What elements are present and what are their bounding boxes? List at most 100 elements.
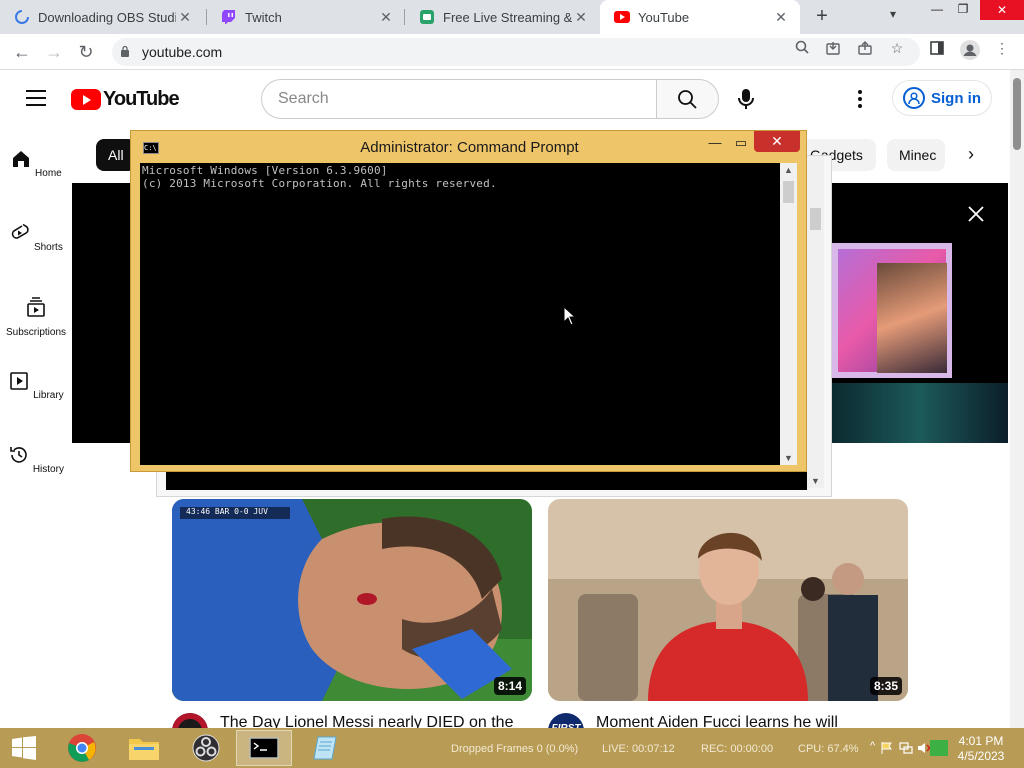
obs-rec-time: REC: 00:00:00	[701, 743, 774, 755]
video-thumbnail[interactable]: 43:46 BAR 0-0 JUV 8:14	[172, 499, 532, 701]
bookmark-star-icon[interactable]: ☆	[888, 40, 906, 58]
hamburger-menu-icon[interactable]	[26, 90, 46, 106]
tray-overflow-chevron-icon[interactable]: ^	[870, 740, 875, 752]
forward-arrow-icon[interactable]: →	[43, 41, 65, 63]
taskbar-chrome[interactable]	[54, 730, 110, 766]
obs-download-favicon-icon	[14, 9, 30, 25]
youtube-logo[interactable]: YouTube	[71, 88, 180, 111]
install-app-icon[interactable]	[824, 40, 842, 58]
taskbar-notepad[interactable]	[298, 730, 354, 766]
scrollbar-thumb[interactable]	[810, 208, 821, 230]
microphone-icon[interactable]	[736, 88, 756, 110]
console-line: (c) 2013 Microsoft Corporation. All righ…	[142, 177, 497, 190]
system-clock[interactable]: 4:01 PM 4/5/2023	[955, 734, 1007, 764]
page-scrollbar[interactable]	[1010, 70, 1024, 728]
search-button[interactable]	[656, 79, 719, 119]
search-box[interactable]	[261, 79, 656, 119]
action-center-flag-icon[interactable]	[880, 741, 894, 755]
streaming-favicon-icon	[419, 9, 435, 25]
video-thumbnail[interactable]: 8:35	[548, 499, 908, 701]
start-button[interactable]	[0, 730, 48, 766]
scrollbar-thumb[interactable]	[1013, 78, 1021, 150]
chip-minecraft[interactable]: Minec	[887, 139, 945, 171]
reload-icon[interactable]: ↻	[75, 41, 97, 63]
scroll-up-arrow-icon[interactable]: ▲	[780, 165, 797, 175]
close-icon[interactable]	[966, 204, 986, 224]
shorts-icon	[11, 223, 29, 239]
guide-item-label: Subscriptions	[5, 327, 67, 338]
guide-item-history[interactable]: History	[0, 444, 72, 475]
taskbar-file-explorer[interactable]	[116, 730, 172, 766]
tab-free-live-streaming[interactable]: Free Live Streaming & Re ✕	[405, 0, 600, 34]
share-icon[interactable]	[856, 40, 874, 58]
background-console-scrollbar[interactable]: ▼	[807, 156, 824, 488]
history-icon	[10, 447, 27, 463]
taskbar-obs[interactable]	[178, 730, 234, 766]
tab-title: Downloading OBS Studio	[38, 9, 176, 25]
twitch-favicon-icon	[221, 9, 237, 25]
profile-avatar-icon[interactable]	[960, 40, 980, 60]
console-output[interactable]: Microsoft Windows [Version 6.3.9600] (c)…	[140, 163, 789, 465]
console-line: Microsoft Windows [Version 6.3.9600]	[142, 164, 388, 177]
scrollbar-thumb[interactable]	[783, 181, 794, 203]
guide-item-shorts[interactable]: Shorts	[0, 222, 72, 253]
clock-date: 4/5/2023	[957, 749, 1005, 763]
tab-twitch[interactable]: Twitch ✕	[207, 0, 405, 34]
url-text: youtube.com	[142, 44, 223, 60]
obs-icon	[192, 734, 220, 762]
sign-in-button[interactable]: Sign in	[892, 80, 992, 116]
video-duration: 8:14	[493, 677, 526, 695]
guide-item-label: Library	[33, 390, 64, 401]
command-prompt-window[interactable]: C:\ Administrator: Command Prompt — ▭ ✕ …	[130, 130, 807, 472]
restore-icon[interactable]: ❐	[948, 2, 978, 20]
chevron-right-icon[interactable]: ›	[968, 144, 990, 166]
tab-close-icon[interactable]: ✕	[572, 9, 590, 26]
settings-more-icon[interactable]	[858, 90, 864, 108]
guide-item-label: Home	[35, 168, 62, 179]
new-tab-button[interactable]: +	[811, 5, 833, 27]
tab-close-icon[interactable]: ✕	[377, 9, 395, 26]
search-zoom-icon[interactable]	[793, 40, 811, 58]
nvidia-tray-icon[interactable]	[930, 740, 948, 756]
youtube-play-icon	[71, 89, 101, 110]
tab-title: Twitch	[245, 9, 282, 25]
taskbar-command-prompt[interactable]	[236, 730, 292, 766]
side-panel-icon[interactable]	[928, 40, 946, 58]
football-player-thumbnail	[172, 499, 532, 701]
tab-youtube[interactable]: YouTube ✕	[600, 0, 800, 34]
search-input[interactable]	[278, 90, 638, 108]
guide-item-label: Shorts	[33, 242, 63, 253]
tab-obs-download[interactable]: Downloading OBS Studio ✕	[0, 0, 204, 34]
library-icon	[10, 372, 29, 390]
cmd-minimize-icon[interactable]: —	[705, 133, 725, 153]
clock-time: 4:01 PM	[958, 734, 1004, 748]
network-icon[interactable]	[899, 741, 913, 755]
guide-item-label: History	[32, 464, 64, 475]
youtube-logo-text: YouTube	[103, 88, 180, 110]
obs-cpu: CPU: 67.4%	[798, 743, 859, 755]
cmd-icon	[249, 737, 279, 759]
cmd-maximize-icon[interactable]: ▭	[731, 133, 751, 153]
chrome-menu-icon[interactable]: ⋮	[993, 40, 1011, 58]
obs-live-time: LIVE: 00:07:12	[602, 743, 675, 755]
tab-title: Free Live Streaming & Re	[443, 9, 572, 25]
tab-close-icon[interactable]: ✕	[176, 9, 194, 26]
guide-item-subscriptions[interactable]: Subscriptions	[0, 296, 72, 338]
console-scrollbar[interactable]: ▲ ▼	[780, 163, 797, 465]
lock-icon	[121, 45, 129, 57]
back-arrow-icon[interactable]: ←	[11, 41, 33, 63]
guide-item-home[interactable]: Home	[0, 148, 72, 179]
scoreboard-overlay: 43:46 BAR 0-0 JUV	[186, 507, 268, 516]
window-close-icon[interactable]: ✕	[980, 0, 1024, 20]
account-circle-icon	[903, 87, 925, 109]
tab-close-icon[interactable]: ✕	[772, 9, 790, 26]
tab-search-chevron-icon[interactable]: ▾	[890, 7, 896, 21]
scroll-down-arrow-icon[interactable]: ▼	[780, 453, 797, 463]
obs-dropped-frames: Dropped Frames 0 (0.0%)	[451, 743, 579, 755]
scroll-down-arrow-icon[interactable]: ▼	[807, 476, 824, 486]
guide-item-library[interactable]: Library	[0, 370, 72, 401]
courtroom-thumbnail	[548, 499, 908, 701]
cmd-close-icon[interactable]: ✕	[754, 131, 800, 152]
notepad-icon	[313, 736, 337, 760]
folder-icon	[129, 739, 159, 760]
